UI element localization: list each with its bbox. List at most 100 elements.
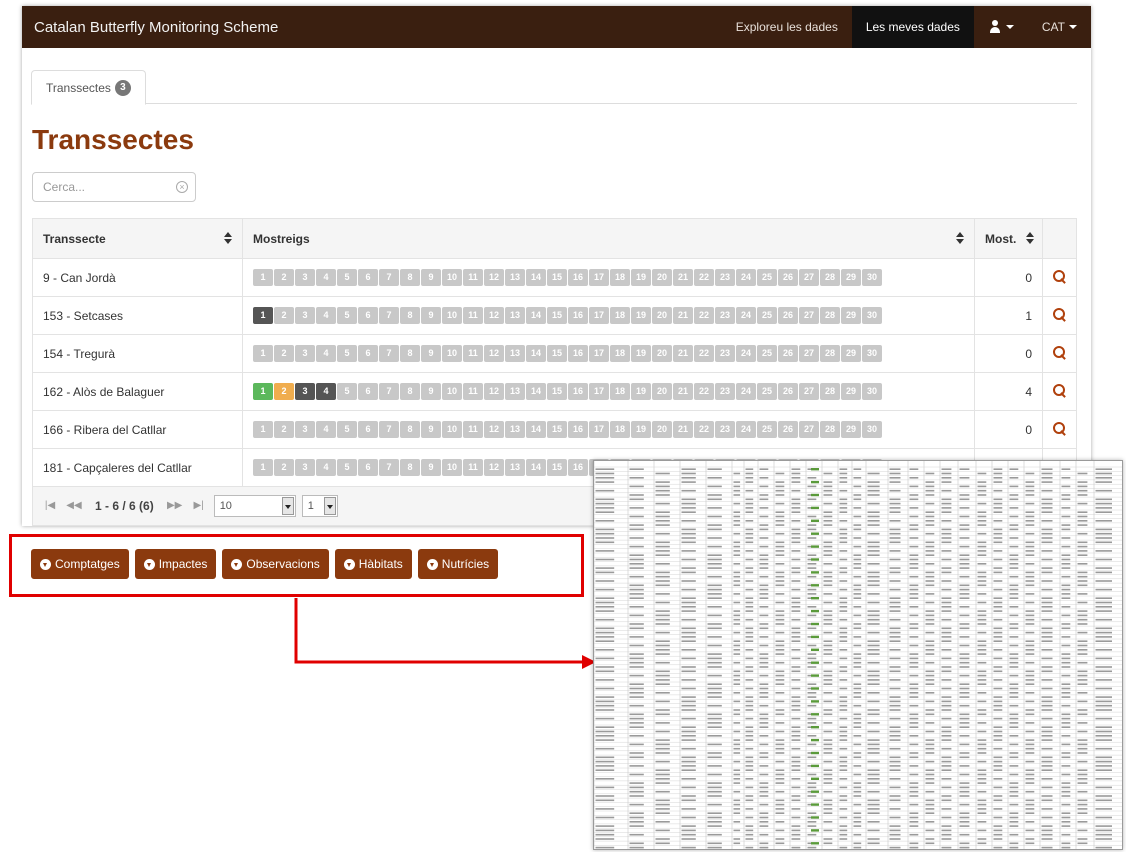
sampling-chip[interactable]: 16	[568, 269, 588, 286]
sampling-chip[interactable]: 3	[295, 459, 315, 476]
sampling-chip[interactable]: 26	[778, 307, 798, 324]
download-impacts-button[interactable]: Impactes	[134, 549, 217, 579]
sampling-chip[interactable]: 5	[337, 383, 357, 400]
download-nutrients-button[interactable]: Nutrícies	[417, 549, 499, 579]
sampling-chip[interactable]: 8	[400, 459, 420, 476]
sampling-chip[interactable]: 3	[295, 269, 315, 286]
sampling-chip[interactable]: 16	[568, 421, 588, 438]
next-page-button[interactable]: ▶▶	[166, 497, 184, 515]
sampling-chip[interactable]: 10	[442, 269, 462, 286]
sampling-chip[interactable]: 9	[421, 383, 441, 400]
sampling-chip[interactable]: 23	[715, 345, 735, 362]
sampling-chip[interactable]: 2	[274, 459, 294, 476]
sampling-chip[interactable]: 30	[862, 269, 882, 286]
sampling-chip[interactable]: 26	[778, 345, 798, 362]
sampling-chip[interactable]: 9	[421, 421, 441, 438]
sampling-chip[interactable]: 29	[841, 421, 861, 438]
sampling-chip[interactable]: 21	[673, 421, 693, 438]
sampling-chip[interactable]: 6	[358, 345, 378, 362]
sampling-chip[interactable]: 3	[295, 307, 315, 324]
sampling-chip[interactable]: 14	[526, 307, 546, 324]
sampling-chip[interactable]: 15	[547, 307, 567, 324]
sampling-chip[interactable]: 25	[757, 345, 777, 362]
download-observations-button[interactable]: Observacions	[222, 549, 329, 579]
sampling-chip[interactable]: 19	[631, 345, 651, 362]
sampling-chip[interactable]: 12	[484, 345, 504, 362]
sampling-chip[interactable]: 15	[547, 459, 567, 476]
nav-my-data[interactable]: Les meves dades	[851, 6, 974, 48]
sampling-chip[interactable]: 22	[694, 269, 714, 286]
prev-page-button[interactable]: ◀◀	[65, 497, 83, 515]
header-samplings[interactable]: Mostreigs	[242, 218, 975, 259]
sampling-chip[interactable]: 2	[274, 383, 294, 400]
search-input[interactable]	[33, 173, 173, 201]
sampling-chip[interactable]: 20	[652, 421, 672, 438]
sampling-chip[interactable]: 8	[400, 345, 420, 362]
sampling-chip[interactable]: 19	[631, 421, 651, 438]
sampling-chip[interactable]: 27	[799, 307, 819, 324]
sampling-chip[interactable]: 15	[547, 421, 567, 438]
sampling-chip[interactable]: 3	[295, 383, 315, 400]
sampling-chip[interactable]: 2	[274, 307, 294, 324]
sampling-chip[interactable]: 19	[631, 383, 651, 400]
sampling-chip[interactable]: 18	[610, 345, 630, 362]
page-number-select[interactable]: 1	[301, 495, 338, 517]
sampling-chip[interactable]: 18	[610, 269, 630, 286]
sampling-chip[interactable]: 29	[841, 345, 861, 362]
magnifier-icon[interactable]	[1053, 345, 1066, 359]
sampling-chip[interactable]: 1	[253, 345, 273, 362]
sampling-chip[interactable]: 16	[568, 345, 588, 362]
sampling-chip[interactable]: 12	[484, 421, 504, 438]
tab-transects[interactable]: Transsectes 3	[31, 70, 146, 105]
sampling-chip[interactable]: 14	[526, 421, 546, 438]
sampling-chip[interactable]: 20	[652, 269, 672, 286]
page-size-select[interactable]: 10	[213, 495, 296, 517]
sampling-chip[interactable]: 9	[421, 307, 441, 324]
sampling-chip[interactable]: 26	[778, 383, 798, 400]
sampling-chip[interactable]: 7	[379, 421, 399, 438]
sampling-chip[interactable]: 20	[652, 307, 672, 324]
sampling-chip[interactable]: 23	[715, 307, 735, 324]
sampling-chip[interactable]: 4	[316, 459, 336, 476]
sampling-chip[interactable]: 23	[715, 421, 735, 438]
sampling-chip[interactable]: 8	[400, 383, 420, 400]
sampling-chip[interactable]: 3	[295, 345, 315, 362]
sampling-chip[interactable]: 30	[862, 383, 882, 400]
sampling-chip[interactable]: 9	[421, 459, 441, 476]
sampling-chip[interactable]: 1	[253, 269, 273, 286]
sampling-chip[interactable]: 26	[778, 269, 798, 286]
sampling-chip[interactable]: 2	[274, 421, 294, 438]
sampling-chip[interactable]: 5	[337, 307, 357, 324]
sampling-chip[interactable]: 25	[757, 307, 777, 324]
sampling-chip[interactable]: 1	[253, 307, 273, 324]
sampling-chip[interactable]: 29	[841, 383, 861, 400]
sampling-chip[interactable]: 4	[316, 345, 336, 362]
sampling-chip[interactable]: 7	[379, 307, 399, 324]
header-transect[interactable]: Transsecte	[32, 218, 243, 259]
sampling-chip[interactable]: 22	[694, 345, 714, 362]
sampling-chip[interactable]: 30	[862, 345, 882, 362]
sampling-chip[interactable]: 22	[694, 383, 714, 400]
sampling-chip[interactable]: 7	[379, 459, 399, 476]
sampling-chip[interactable]: 10	[442, 383, 462, 400]
download-counts-button[interactable]: Comptatges	[31, 549, 129, 579]
sampling-chip[interactable]: 5	[337, 345, 357, 362]
sampling-chip[interactable]: 25	[757, 269, 777, 286]
nav-explore-data[interactable]: Exploreu les dades	[722, 6, 852, 48]
sampling-chip[interactable]: 1	[253, 383, 273, 400]
magnifier-icon[interactable]	[1053, 269, 1066, 283]
user-menu[interactable]	[974, 6, 1028, 48]
sampling-chip[interactable]: 28	[820, 383, 840, 400]
magnifier-icon[interactable]	[1053, 383, 1066, 397]
sampling-chip[interactable]: 21	[673, 345, 693, 362]
sampling-chip[interactable]: 16	[568, 383, 588, 400]
language-menu[interactable]: CAT	[1028, 6, 1091, 48]
brand-title[interactable]: Catalan Butterfly Monitoring Scheme	[22, 19, 722, 36]
sampling-chip[interactable]: 9	[421, 345, 441, 362]
sampling-chip[interactable]: 23	[715, 383, 735, 400]
clear-search-icon[interactable]: ×	[176, 181, 188, 193]
sampling-chip[interactable]: 7	[379, 383, 399, 400]
sampling-chip[interactable]: 27	[799, 421, 819, 438]
sampling-chip[interactable]: 10	[442, 307, 462, 324]
sampling-chip[interactable]: 28	[820, 307, 840, 324]
